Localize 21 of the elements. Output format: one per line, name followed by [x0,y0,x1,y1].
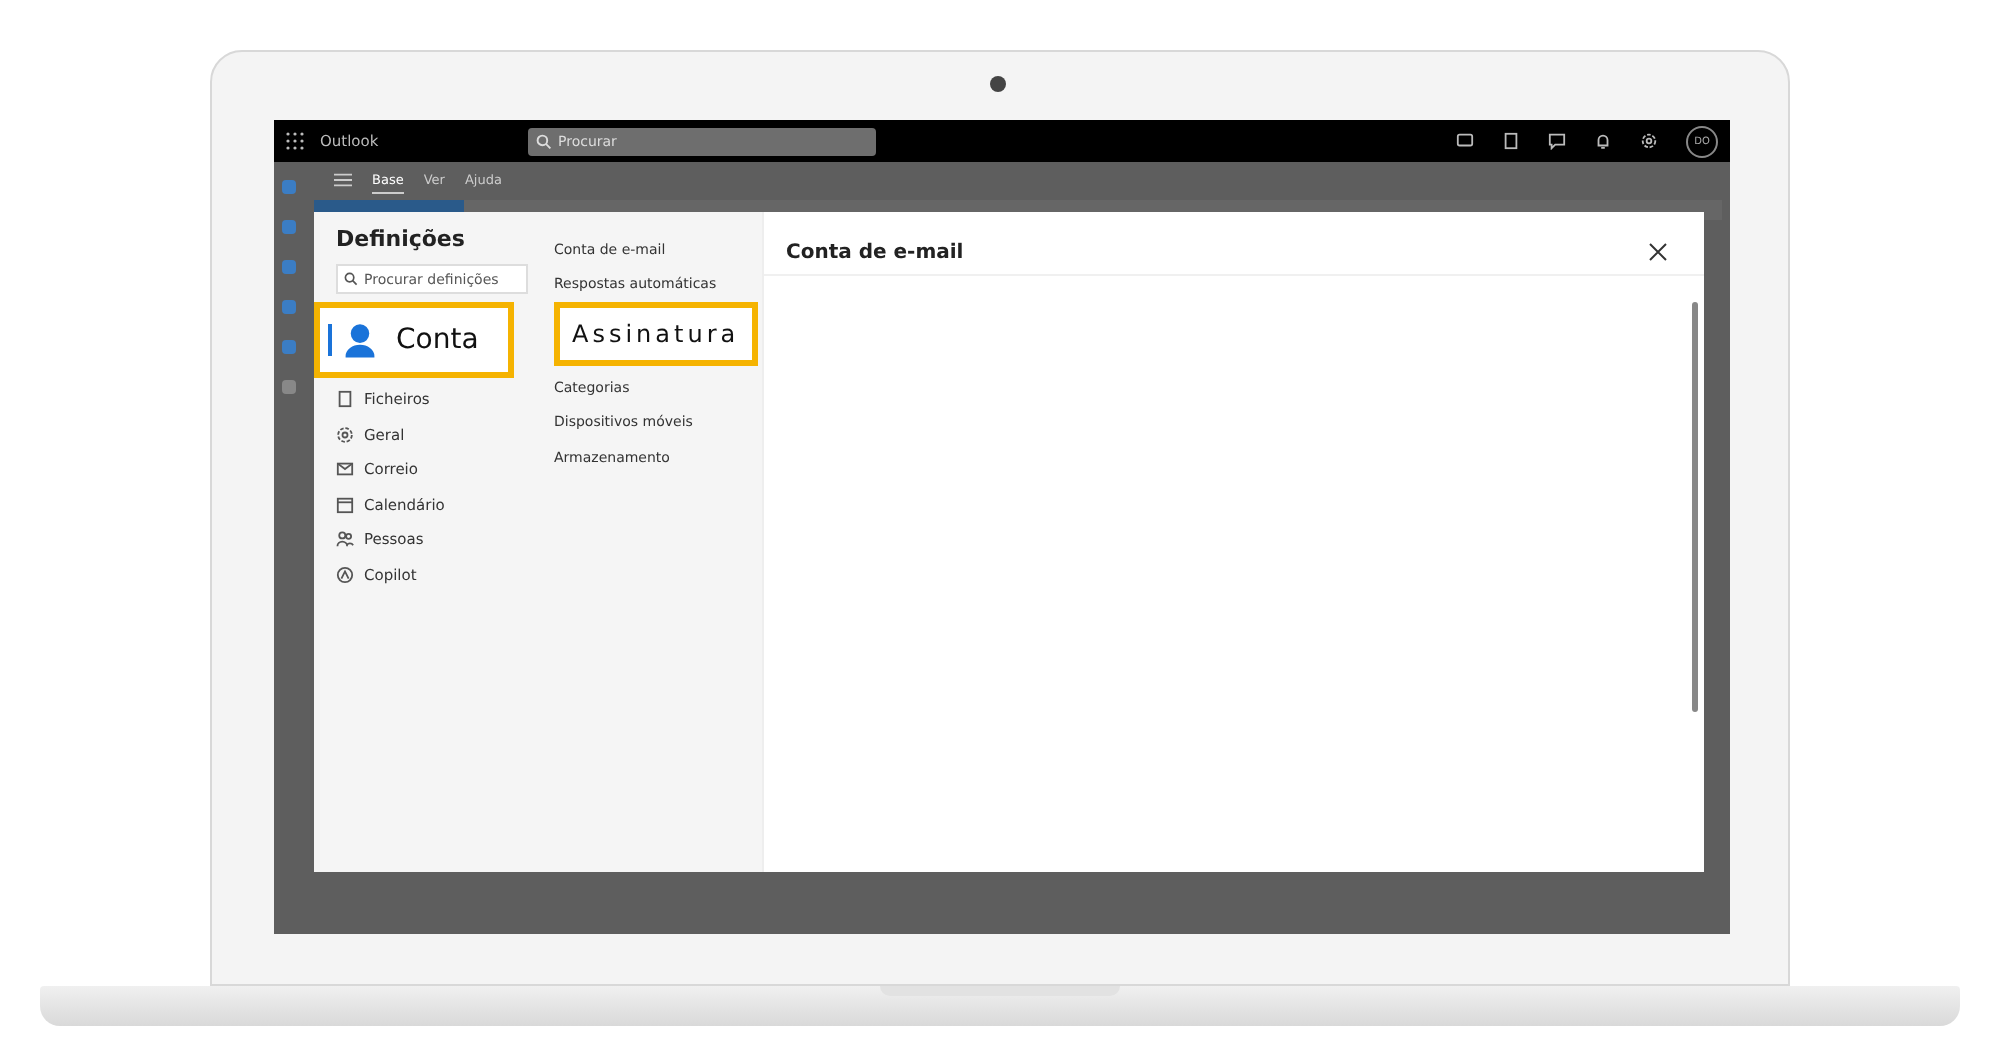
comment-icon[interactable] [1548,132,1566,150]
menu-icon[interactable] [334,172,352,188]
calendar-icon [336,495,354,514]
camera-icon [990,76,1006,92]
settings-category[interactable]: Conta [314,302,514,378]
settings-subcategory[interactable]: Assinatura [554,302,758,366]
scrollbar[interactable] [1692,302,1698,712]
mail-icon [336,460,354,479]
people-icon [336,530,354,549]
dialog-title: Definições [334,226,467,252]
document-icon[interactable] [1502,132,1520,150]
gear-icon [336,425,354,444]
settings-icon[interactable] [1640,132,1658,150]
chat-icon[interactable] [1456,132,1474,150]
close-icon[interactable] [1648,242,1668,262]
file-icon [336,390,354,409]
app-launcher-icon[interactable] [286,132,304,150]
person-icon [344,322,376,358]
bell-icon[interactable] [1594,132,1612,150]
content-title: Conta de e-mail [786,241,964,263]
copilot-icon [336,565,354,584]
